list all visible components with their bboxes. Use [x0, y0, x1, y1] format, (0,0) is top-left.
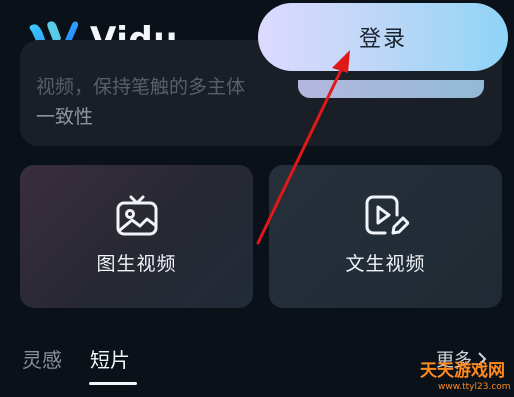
feature-card-line1: 视频，保持笔触的多主体: [36, 76, 246, 98]
feature-card-button[interactable]: [298, 80, 484, 98]
image-to-video-label: 图生视频: [96, 253, 177, 275]
feature-card-line2: 一致性: [36, 106, 94, 128]
active-tab-underline: [89, 382, 137, 385]
feature-card-text: 视频，保持笔触的多主体 一致性: [36, 72, 296, 132]
text-to-video-tile[interactable]: 文生视频: [269, 165, 502, 308]
video-edit-icon: [365, 195, 409, 235]
site-watermark: 天天游戏网 www.ttyl23.com: [420, 360, 511, 392]
login-button[interactable]: 登录: [258, 3, 508, 71]
tab-inspiration[interactable]: 灵感: [22, 344, 62, 373]
watermark-url: www.ttyl23.com: [438, 382, 511, 392]
image-to-video-tile[interactable]: 图生视频: [20, 165, 253, 308]
tab-shorts-label: 短片: [90, 348, 130, 372]
watermark-text: 天天游戏网: [420, 360, 505, 381]
tab-shorts[interactable]: 短片: [89, 344, 137, 385]
text-to-video-label: 文生视频: [345, 253, 426, 275]
content-tabs: 灵感 短片: [22, 344, 137, 385]
image-icon: [116, 195, 157, 236]
